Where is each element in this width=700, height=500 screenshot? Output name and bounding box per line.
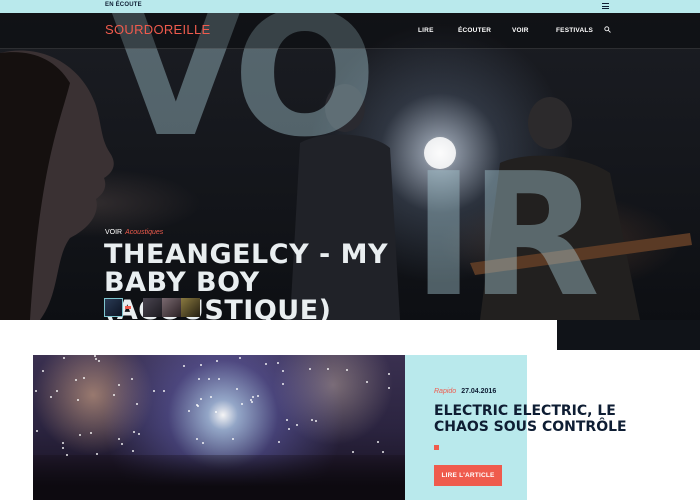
category-label[interactable]: VOIR [105,229,122,236]
confetti-particle [118,438,120,440]
hero-section: VO IR SOURDOREILLE LIRE ÉCOUTER VOIR FES… [0,13,700,320]
confetti-particle [63,357,65,359]
confetti-particle [200,364,202,366]
confetti-particle [95,358,97,360]
confetti-particle [265,363,267,365]
confetti-particle [366,381,368,383]
nav-link-voir[interactable]: VOIR [512,27,529,34]
confetti-particle [257,395,259,397]
confetti-particle [216,360,218,362]
confetti-particle [252,396,254,398]
confetti-particle [36,430,38,432]
confetti-particle [377,441,379,443]
confetti-particle [382,451,384,453]
subcategory-label[interactable]: Acoustiques [125,229,163,236]
confetti-particle [94,355,96,357]
confetti-particle [56,390,58,392]
thumbnail-1[interactable] [104,298,123,317]
confetti-particle [215,411,217,413]
confetti-particle [121,443,123,445]
site-logo[interactable]: SOURDOREILLE [105,22,210,37]
nav-link-ecouter[interactable]: ÉCOUTER [458,27,491,34]
confetti-particle [96,453,98,455]
confetti-particle [35,390,37,392]
confetti-particle [388,387,390,389]
confetti-particle [196,438,198,440]
confetti-particle [202,442,204,444]
confetti-particle [131,378,133,380]
confetti-particle [327,368,329,370]
confetti-particle [198,378,200,380]
thumbnail-3[interactable] [162,298,181,317]
confetti-particle [218,378,220,380]
confetti-particle [133,431,135,433]
confetti-particle [346,369,348,371]
confetti-particle [50,396,52,398]
article-photo[interactable] [33,355,405,500]
confetti-particle [210,396,212,398]
confetti-particle [183,365,185,367]
confetti-particle [278,441,280,443]
confetti-particle [66,454,68,456]
confetti-particle [118,384,120,386]
confetti-particle [90,432,92,434]
article-meta: Rapido 27.04.2016 [434,388,496,395]
confetti-particle [241,403,243,405]
search-icon[interactable] [604,26,611,33]
confetti-particle [196,404,198,406]
confetti-particle [98,360,100,362]
confetti-particle [251,401,253,403]
confetti-particle [232,438,234,440]
confetti-particle [42,370,44,372]
read-article-button[interactable]: LIRE L'ARTICLE [434,465,502,486]
confetti-particle [239,357,241,359]
now-playing-label[interactable]: EN ÉCOUTE [105,2,142,8]
confetti-particle [132,450,134,452]
confetti-particle [83,377,85,379]
confetti-particle [315,420,317,422]
confetti-particle [163,390,165,392]
hero-category: VOIR Acoustiques [105,229,163,236]
confetti-particle [113,394,115,396]
confetti-particle [79,434,81,436]
nav-link-festivals[interactable]: FESTIVALS [556,27,593,34]
thumbnail-2[interactable] [143,298,162,317]
confetti-particle [77,399,79,401]
thumbnail-4[interactable] [181,298,200,317]
confetti-particle [282,370,284,372]
list-icon[interactable] [602,3,609,9]
confetti-particle [388,373,390,375]
article-tag[interactable]: Rapido [434,388,456,395]
confetti-particle [352,451,354,453]
confetti-particle [62,442,64,444]
article-accent-dot [434,445,439,450]
confetti-particle [188,410,190,412]
confetti-particle [75,379,77,381]
confetti-particle [200,398,202,400]
confetti-particle [208,378,210,380]
nav-link-lire[interactable]: LIRE [418,27,434,34]
confetti-particle [288,428,290,430]
confetti-particle [282,383,284,385]
main-nav: SOURDOREILLE LIRE ÉCOUTER VOIR FESTIVALS [0,13,700,49]
confetti-particle [153,390,155,392]
confetti-particle [311,419,313,421]
article-title[interactable]: ELECTRIC ELECTRIC, LE CHAOS SOUS CONTRÔL… [434,403,654,435]
confetti-particle [286,419,288,421]
confetti-particle [138,433,140,435]
thumbnail-active-marker [125,306,131,309]
confetti-particle [236,388,238,390]
top-strip: EN ÉCOUTE [0,0,700,13]
confetti-particle [277,362,279,364]
confetti-particle [136,403,138,405]
article-date: 27.04.2016 [461,388,497,395]
confetti-particle [62,447,64,449]
hero-photo-extension [557,320,700,350]
confetti-particle [296,424,298,426]
crowd-silhouette [33,455,405,500]
confetti-particle [309,368,311,370]
